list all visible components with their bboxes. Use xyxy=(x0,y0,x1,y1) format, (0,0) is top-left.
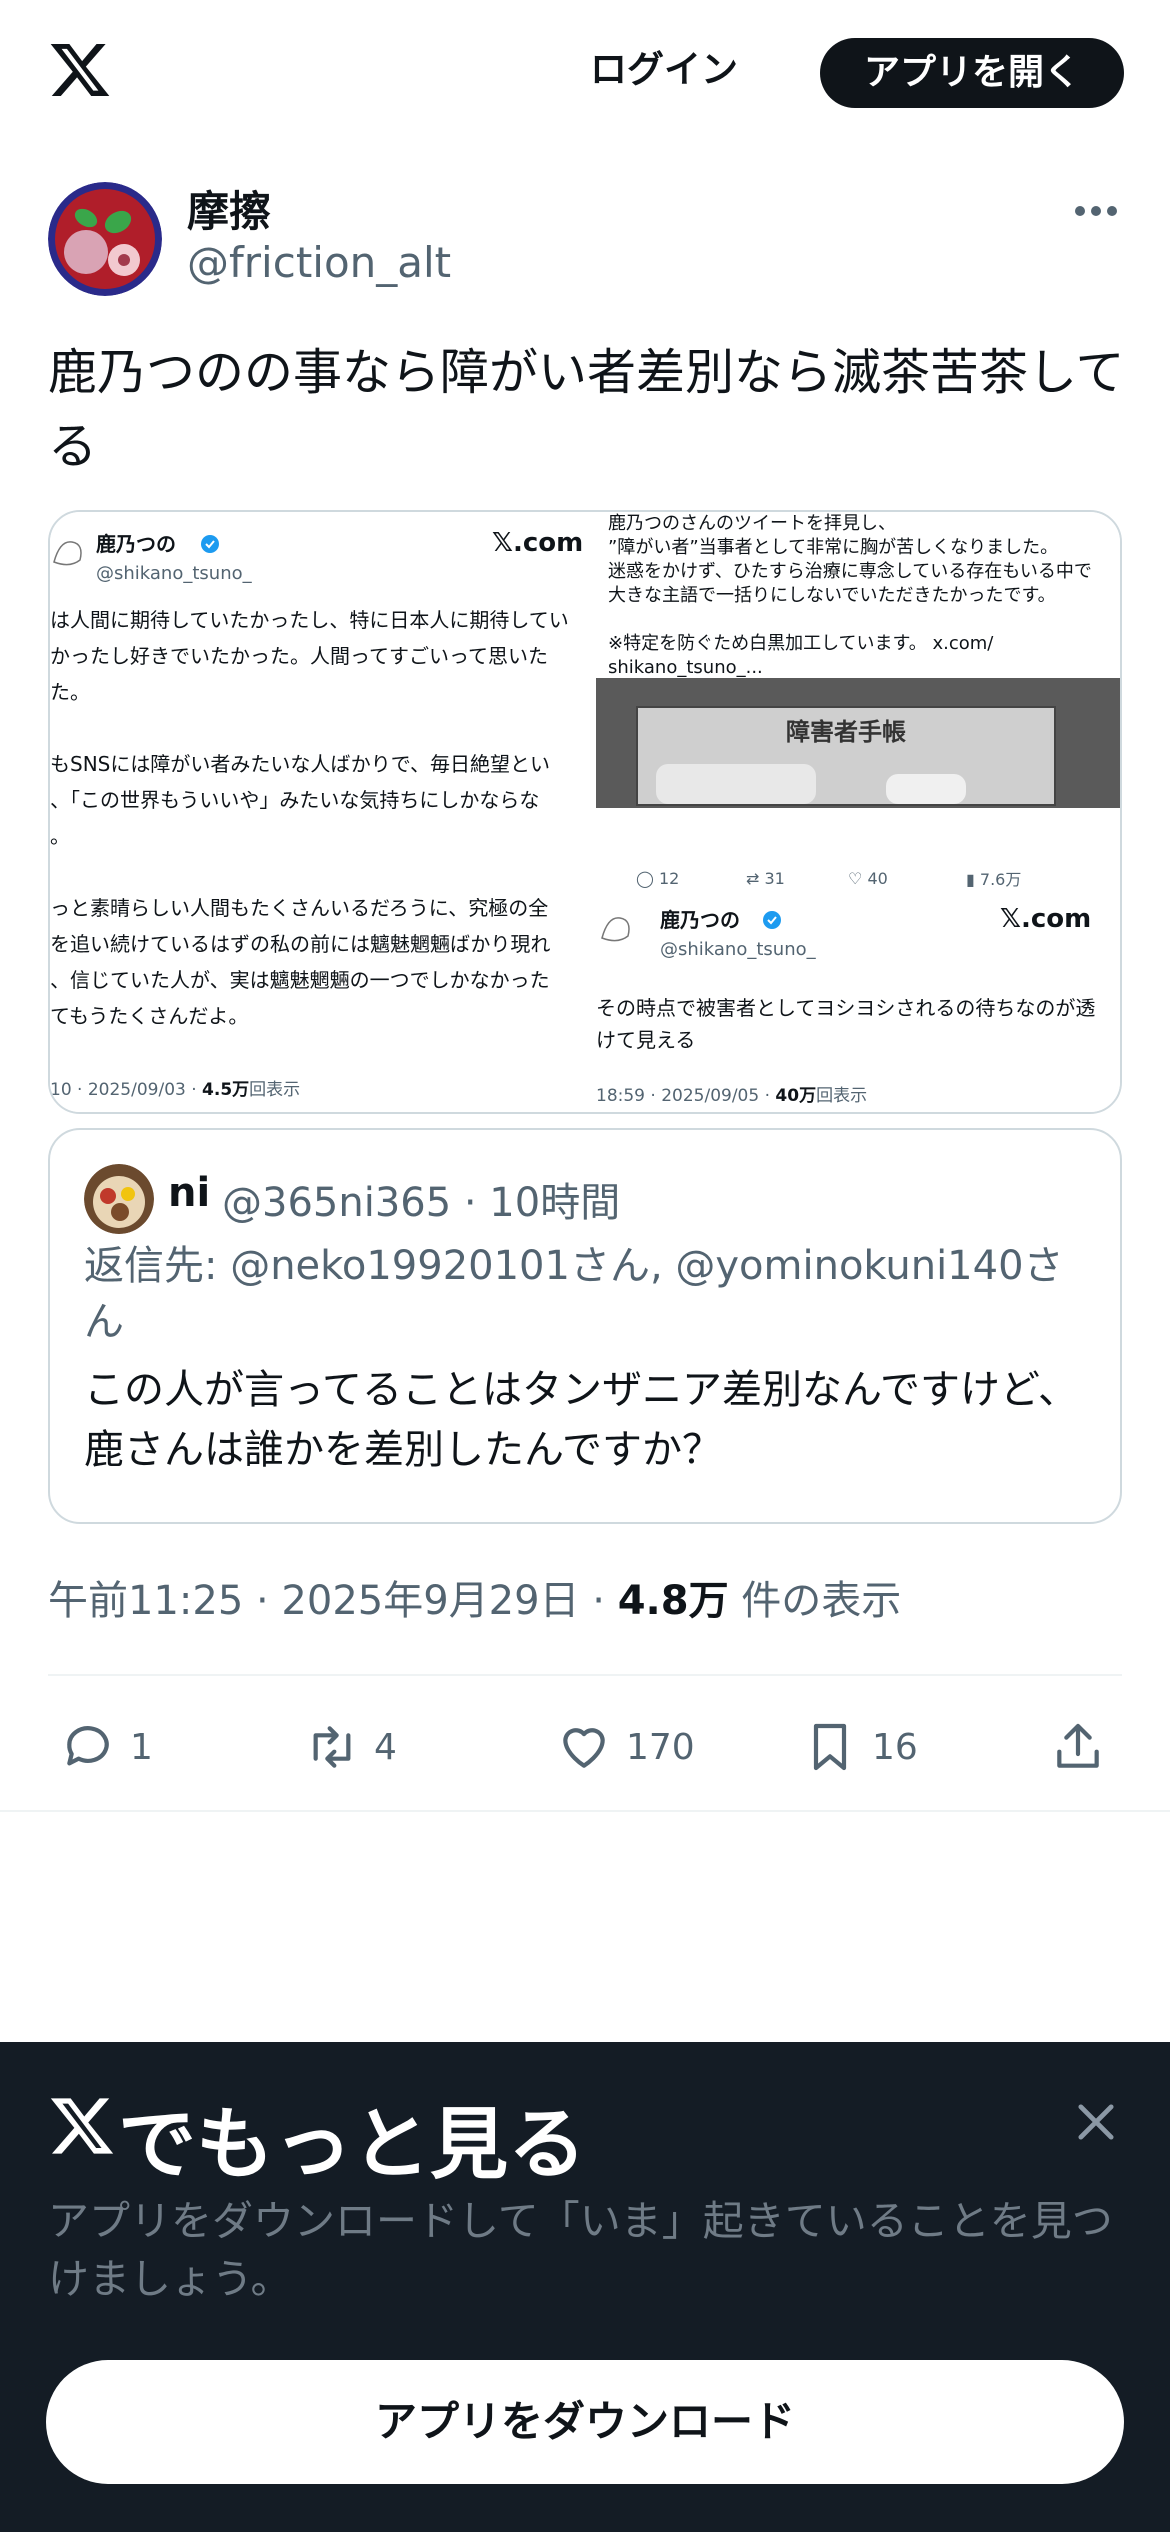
screenshot-footer: 10 · 2025/09/03 · 4.5万回表示 xyxy=(50,1072,300,1108)
views-count: 4.8万 xyxy=(617,1578,729,1624)
x-logo-icon[interactable] xyxy=(48,38,112,102)
screenshot-line: てもうたくさんだよ。 xyxy=(50,1004,249,1028)
like-count: 170 xyxy=(626,1726,695,1768)
sheet-title: でもっと見る xyxy=(118,2100,587,2190)
screenshot-brand: 𝕏.com xyxy=(1000,904,1092,934)
quote-avatar[interactable] xyxy=(84,1164,154,1234)
media-image-right[interactable]: 鹿乃つのさんのツイートを拝見し、 ”障がい者”当事者として非常に胸が苦しくなりまし… xyxy=(596,512,1120,1112)
x-logo-icon xyxy=(50,2098,114,2154)
login-link[interactable]: ログイン xyxy=(590,40,738,100)
post-text: 鹿乃つのの事なら障がい者差別なら滅茶苦茶してる xyxy=(48,344,1125,475)
verified-badge-icon xyxy=(201,535,219,553)
screenshot-handle: @shikano_tsuno_ xyxy=(96,563,252,584)
verified-badge-icon xyxy=(763,911,781,929)
stat-views: ▮ 7.6万 xyxy=(966,870,1022,889)
screenshot-footer: 18:59 · 2025/09/05 · 40万回表示 xyxy=(596,1078,867,1112)
action-bar: 1 4 170 16 xyxy=(0,1710,1170,1784)
screenshot-line: かったし好きでいたかった。人間ってすごいって思いた xyxy=(50,644,548,668)
more-options-icon[interactable] xyxy=(1074,196,1118,226)
stat-reply: ◯ 12 xyxy=(636,868,680,888)
photo-grayscale: 障害者手帳 xyxy=(596,678,1120,808)
photo-caption: 障害者手帳 xyxy=(786,720,906,746)
bookmark-button[interactable]: 16 xyxy=(802,1710,918,1784)
photo-gap xyxy=(596,808,1120,824)
quote-text: この人が言ってることはタンザニア差別なんですけど、鹿さんは誰かを差別したんですか… xyxy=(84,1367,1078,1473)
user-handle[interactable]: @friction_alt xyxy=(187,238,451,287)
reply-button[interactable]: 1 xyxy=(60,1710,153,1784)
stat-like: ♡ 40 xyxy=(848,868,888,888)
screenshot-line: を追い続けているはずの私の前には魑魅魍魎ばかり現れ xyxy=(50,932,551,956)
share-button[interactable] xyxy=(1050,1710,1120,1784)
screenshot-line: もSNSには障がい者みたいな人ばかりで、毎日絶望とい xyxy=(50,752,550,776)
divider xyxy=(48,1674,1122,1676)
screenshot-line: た。 xyxy=(50,680,90,704)
bookmark-count: 16 xyxy=(872,1726,918,1768)
screenshot-line: けて見える xyxy=(596,1028,696,1052)
top-bar: ログイン アプリを開く xyxy=(0,0,1170,150)
footer-views-label: 回表示 xyxy=(249,1080,301,1100)
retweet-icon xyxy=(313,1726,351,1768)
sketch-avatar-icon xyxy=(601,917,630,942)
media-grid[interactable]: 鹿乃つの @shikano_tsuno_ 𝕏.com は人間に期待していたかった… xyxy=(48,510,1122,1114)
bookmark-icon xyxy=(813,1723,847,1771)
quote-handle-time[interactable]: @365ni365 · 10時間 xyxy=(222,1170,620,1228)
screenshot-line: 大きな主語で一括りにしないでいただきたかったです。 xyxy=(608,585,1056,606)
footer-views: 4.5万 xyxy=(202,1080,250,1100)
stat-retweet: ⇄ 31 xyxy=(746,868,785,888)
screenshot-line: っと素晴らしい人間もたくさんいるだろうに、究極の全 xyxy=(50,896,549,920)
display-name[interactable]: 摩擦 xyxy=(187,178,271,239)
share-icon xyxy=(1057,1723,1099,1768)
quote-display-name[interactable]: ni xyxy=(168,1170,210,1216)
views-label: 件の表示 xyxy=(741,1578,902,1624)
retweet-count: 4 xyxy=(374,1726,397,1768)
open-app-button[interactable]: アプリを開く xyxy=(820,38,1124,108)
media-divider xyxy=(586,512,596,1112)
like-button[interactable]: 170 xyxy=(556,1710,695,1784)
divider xyxy=(0,1810,1170,1812)
retweet-button[interactable]: 4 xyxy=(304,1710,397,1784)
screenshot-line: は人間に期待していたかったし、特に日本人に期待してい xyxy=(50,608,569,632)
screenshot-line: 、信じていた人が、実は魑魅魍魎の一つでしかなかった xyxy=(50,968,550,992)
sketch-avatar-icon xyxy=(53,541,82,566)
screenshot-brand: 𝕏.com xyxy=(492,528,584,558)
sheet-description: アプリをダウンロードして「いま」起きていることを見つけましょう。 xyxy=(48,2197,1113,2303)
quoted-post[interactable]: ni @365ni365 · 10時間 返信先: @neko19920101さん… xyxy=(48,1128,1122,1524)
footer-views: 40万 xyxy=(775,1086,817,1106)
reply-count: 1 xyxy=(130,1726,153,1768)
screenshot-stats: ◯ 12 ⇄ 31 ♡ 40 ▮ 7.6万 xyxy=(596,856,1120,900)
screenshot-line: その時点で被害者としてヨシヨシされるの待ちなのが透 xyxy=(596,996,1096,1020)
heart-icon xyxy=(563,1728,605,1768)
timestamp-text: 午前11:25 · 2025年9月29日 · xyxy=(48,1578,605,1624)
post-timestamp: 午前11:25 · 2025年9月29日 · 4.8万 件の表示 xyxy=(48,1568,901,1626)
footer-time: 18:59 · 2025/09/05 · xyxy=(596,1086,770,1106)
screenshot-line: 。 xyxy=(50,824,70,848)
close-icon[interactable] xyxy=(1070,2096,1122,2148)
quote-reply-to: 返信先: @neko19920101さん, @yominokuni140さん xyxy=(84,1243,1064,1345)
footer-views-label: 回表示 xyxy=(816,1086,868,1106)
download-app-button[interactable]: アプリをダウンロード xyxy=(46,2360,1124,2484)
media-image-left[interactable]: 鹿乃つの @shikano_tsuno_ 𝕏.com は人間に期待していたかった… xyxy=(50,512,586,1112)
avatar[interactable] xyxy=(48,182,162,296)
screenshot-line: 、「この世界もういいや」みたいな気持ちにしかならな xyxy=(50,788,540,812)
screenshot-handle: @shikano_tsuno_ xyxy=(660,939,816,960)
reply-icon xyxy=(67,1726,109,1766)
footer-time: 10 · 2025/09/03 · xyxy=(50,1080,197,1100)
